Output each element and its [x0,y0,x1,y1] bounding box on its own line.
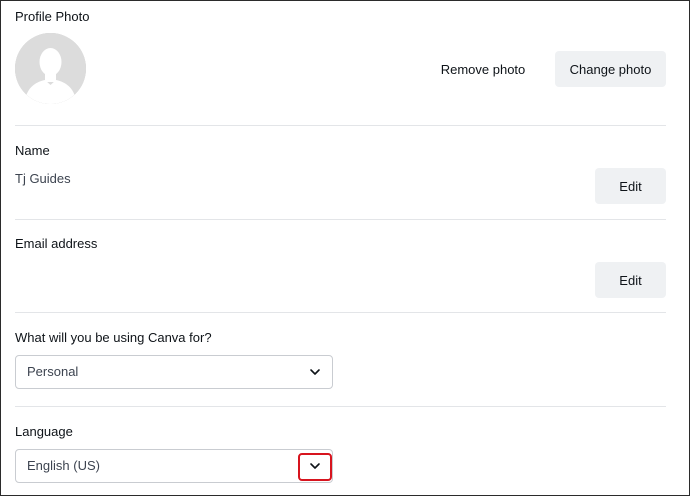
email-section: Email address Edit [15,220,666,312]
language-select[interactable]: English (US) [15,449,333,483]
avatar [15,33,86,104]
name-section: Name Tj Guides Edit [15,126,666,219]
language-section: Language English (US) [15,407,666,495]
language-select-value: English (US) [27,458,100,473]
edit-email-button[interactable]: Edit [595,262,666,298]
change-photo-button[interactable]: Change photo [555,51,666,87]
email-label: Email address [15,236,98,251]
edit-name-button[interactable]: Edit [595,168,666,204]
name-value: Tj Guides [15,171,71,186]
user-silhouette-icon [15,33,86,104]
profile-photo-label: Profile Photo [15,9,90,24]
usage-section: What will you be using Canva for? Person… [15,313,666,406]
account-settings-panel: Profile Photo Remove photo Change photo … [0,0,690,496]
chevron-down-icon[interactable] [307,458,323,474]
chevron-down-icon [310,369,320,375]
usage-label: What will you be using Canva for? [15,330,212,345]
profile-photo-section: Profile Photo Remove photo Change photo [15,1,666,125]
usage-select[interactable]: Personal [15,355,333,389]
name-label: Name [15,143,50,158]
remove-photo-button[interactable]: Remove photo [427,51,539,87]
usage-select-value: Personal [27,364,79,379]
language-label: Language [15,424,73,439]
